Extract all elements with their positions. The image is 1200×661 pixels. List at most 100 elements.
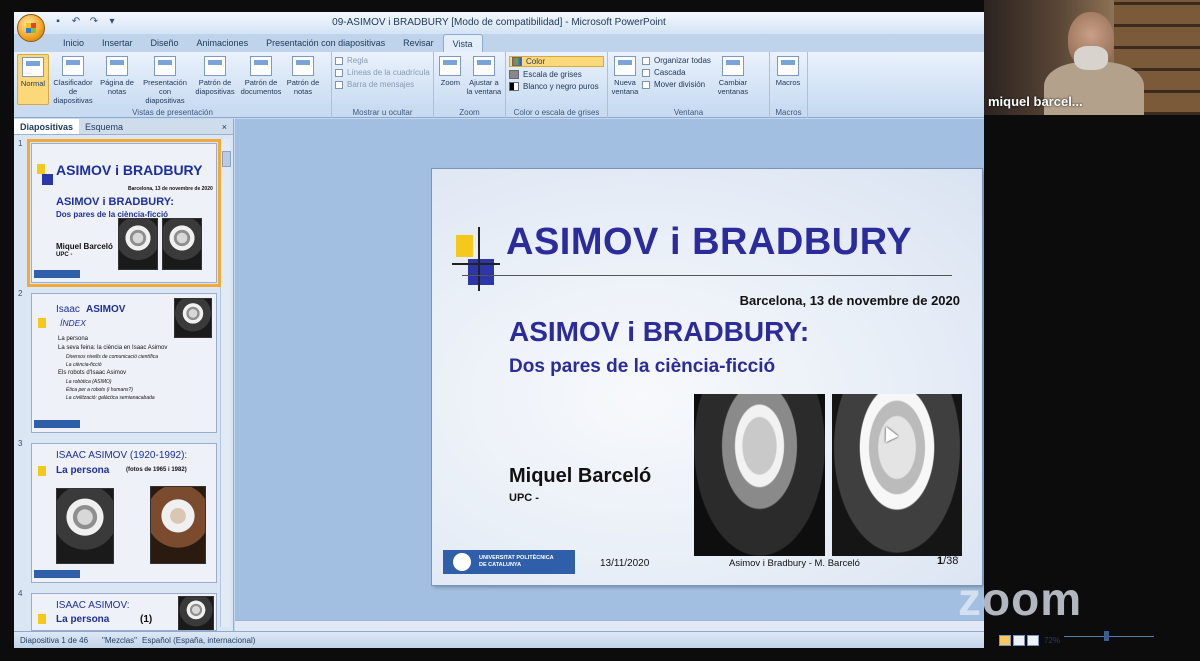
index-line: La seva feina: la ciència en Isaac Asimo… <box>58 345 168 351</box>
deco-yellow-square <box>456 235 473 257</box>
slide-editor[interactable]: ASIMOV i BRADBURY Barcelona, 13 de novem… <box>235 119 984 631</box>
zoom-button[interactable]: Zoom <box>437 54 464 96</box>
slide-number: 3 <box>18 439 23 448</box>
tab-revisar[interactable]: Revisar <box>394 34 443 52</box>
new-window-button[interactable]: Nueva ventana <box>611 54 639 96</box>
slide-subtitle2[interactable]: Dos pares de la ciència-ficció <box>509 356 775 378</box>
notes-page-button[interactable]: Página de notas <box>97 54 137 105</box>
message-bar-checkbox[interactable]: Barra de mensajes <box>335 80 430 89</box>
macros-button[interactable]: Macros <box>773 56 803 87</box>
thumbnail-frame[interactable]: ISAAC ASIMOV (1920-1992): La persona (fo… <box>31 443 217 583</box>
index-line: Ètica per a robots (i humans?) <box>66 387 133 393</box>
notes-master-icon <box>292 56 314 76</box>
slide-sorter-button[interactable]: Clasificador de diapositivas <box>51 54 95 105</box>
thumb-subtitle: La persona <box>56 614 110 625</box>
fit-to-window-button[interactable]: Ajustar a la ventana <box>466 54 502 96</box>
normal-view-button[interactable]: Normal <box>17 54 49 105</box>
deco-square <box>38 466 46 476</box>
tab-presentacion[interactable]: Presentación con diapositivas <box>257 34 394 52</box>
editor-scrollbar[interactable] <box>235 620 984 631</box>
deco-square <box>42 174 53 185</box>
thumbnail-slide-4[interactable]: 4 ISAAC ASIMOV: La persona (1) <box>14 589 226 631</box>
sorter-view-icon[interactable] <box>1013 635 1025 646</box>
thumbnail-frame[interactable]: ASIMOV i BRADBURY Barcelona, 13 de novem… <box>27 139 221 287</box>
status-bar: Diapositiva 1 de 46 "Mezclas" Español (E… <box>14 631 1060 648</box>
slide-canvas[interactable]: ASIMOV i BRADBURY Barcelona, 13 de novem… <box>432 169 982 585</box>
macros-icon <box>777 56 799 76</box>
tab-diseno[interactable]: Diseño <box>142 34 188 52</box>
color-button[interactable]: Color <box>509 56 604 67</box>
close-icon[interactable]: × <box>216 119 233 134</box>
group-color: Color Escala de grises Blanco y negro pu… <box>506 52 608 118</box>
new-window-icon <box>614 56 636 76</box>
asimov-photo <box>174 298 212 338</box>
thumb-author: Miquel Barceló <box>56 242 113 251</box>
slide-master-button[interactable]: Patrón de diapositivas <box>193 54 237 105</box>
cascade-icon <box>642 68 650 77</box>
thumbnail-frame[interactable]: ISAAC ASIMOV: La persona (1) <box>31 593 217 631</box>
checkbox-icon <box>335 56 343 65</box>
deco-vertical-line <box>478 227 480 291</box>
powerpoint-window: ▪ ↶ ↷ ▾ 09-ASIMOV i BRADBURY [Modo de co… <box>14 12 1060 648</box>
grayscale-swatch-icon <box>509 70 519 79</box>
notes-master-button[interactable]: Patrón de notas <box>285 54 321 105</box>
pure-bw-button[interactable]: Blanco y negro puros <box>509 82 604 91</box>
participant-video[interactable]: miquel barcel... <box>984 0 1200 115</box>
group-label-show: Mostrar u ocultar <box>332 108 433 117</box>
group-show-hide: Regla Líneas de la cuadrícula Barra de m… <box>332 52 434 118</box>
fit-window-icon <box>472 56 495 76</box>
switch-windows-button[interactable]: Cambiar ventanas <box>714 54 752 96</box>
thumb-note: (fotos de 1965 i 1982) <box>126 467 187 473</box>
slide-affiliation[interactable]: UPC - <box>509 492 539 504</box>
slide-title[interactable]: ASIMOV i BRADBURY <box>506 221 912 264</box>
tab-slides[interactable]: Diapositivas <box>14 119 80 134</box>
arrange-icon <box>642 56 650 65</box>
group-label-macros: Macros <box>770 108 807 117</box>
language[interactable]: Español (España, internacional) <box>142 636 255 645</box>
tab-animaciones[interactable]: Animaciones <box>188 34 258 52</box>
thumb-title: ASIMOV i BRADBURY <box>56 162 203 178</box>
tab-insertar[interactable]: Insertar <box>93 34 142 52</box>
slide-author[interactable]: Miquel Barceló <box>509 465 651 488</box>
grayscale-button[interactable]: Escala de grises <box>509 70 604 79</box>
thumb-subtitle1: ASIMOV i BRADBURY: <box>56 196 174 208</box>
tab-vista[interactable]: Vista <box>442 34 483 52</box>
tab-inicio[interactable]: Inicio <box>54 34 93 52</box>
group-zoom: Zoom Ajustar a la ventana Zoom <box>434 52 506 118</box>
tab-outline[interactable]: Esquema <box>79 119 129 134</box>
slideshow-view-icon[interactable] <box>1027 635 1039 646</box>
slide-master-icon <box>204 56 226 76</box>
participant-name: miquel barcel... <box>988 94 1083 109</box>
ruler-checkbox[interactable]: Regla <box>335 56 430 65</box>
move-split-button[interactable]: Mover división <box>642 80 711 89</box>
view-buttons <box>999 635 1039 646</box>
deco-square <box>37 164 45 174</box>
zoom-slider[interactable] <box>1064 636 1154 637</box>
slide-number: 2 <box>18 289 23 298</box>
thumbnail-slide-2[interactable]: 2 Isaac ASIMOV ÍNDEX La persona La seva … <box>14 289 226 435</box>
deco-square <box>38 614 46 624</box>
slide-date[interactable]: Barcelona, 13 de novembre de 2020 <box>740 293 960 308</box>
handout-master-icon <box>250 56 272 76</box>
slide-subtitle1[interactable]: ASIMOV i BRADBURY: <box>509 316 809 348</box>
thumbnail-frame[interactable]: Isaac ASIMOV ÍNDEX La persona La seva fe… <box>31 293 217 433</box>
slideshow-button[interactable]: Presentación con diapositivas <box>139 54 191 105</box>
asimov-photo <box>178 596 214 630</box>
gridlines-checkbox[interactable]: Líneas de la cuadrícula <box>335 68 430 77</box>
bradbury-photo <box>162 218 202 270</box>
handout-master-button[interactable]: Patrón de documentos <box>239 54 283 105</box>
arrange-all-button[interactable]: Organizar todas <box>642 56 711 65</box>
thumbnail-slide-1[interactable]: 1 ASIMOV i BRADBURY Barcelona, 13 de nov… <box>14 139 226 287</box>
cascade-button[interactable]: Cascada <box>642 68 711 77</box>
office-button[interactable] <box>17 14 45 42</box>
asimov-photo[interactable] <box>694 394 825 556</box>
zoom-slider-thumb[interactable] <box>1104 631 1109 641</box>
thumb-date: Barcelona, 13 de novembre de 2020 <box>128 186 213 192</box>
notes-page-icon <box>106 56 128 76</box>
magnifier-icon <box>439 56 462 76</box>
zoom-level[interactable]: 72% <box>1044 636 1060 645</box>
thumbnail-slide-3[interactable]: 3 ISAAC ASIMOV (1920-1992): La persona (… <box>14 439 226 585</box>
slide-number: 4 <box>18 589 23 598</box>
bradbury-photo[interactable] <box>832 394 962 556</box>
normal-view-icon[interactable] <box>999 635 1011 646</box>
